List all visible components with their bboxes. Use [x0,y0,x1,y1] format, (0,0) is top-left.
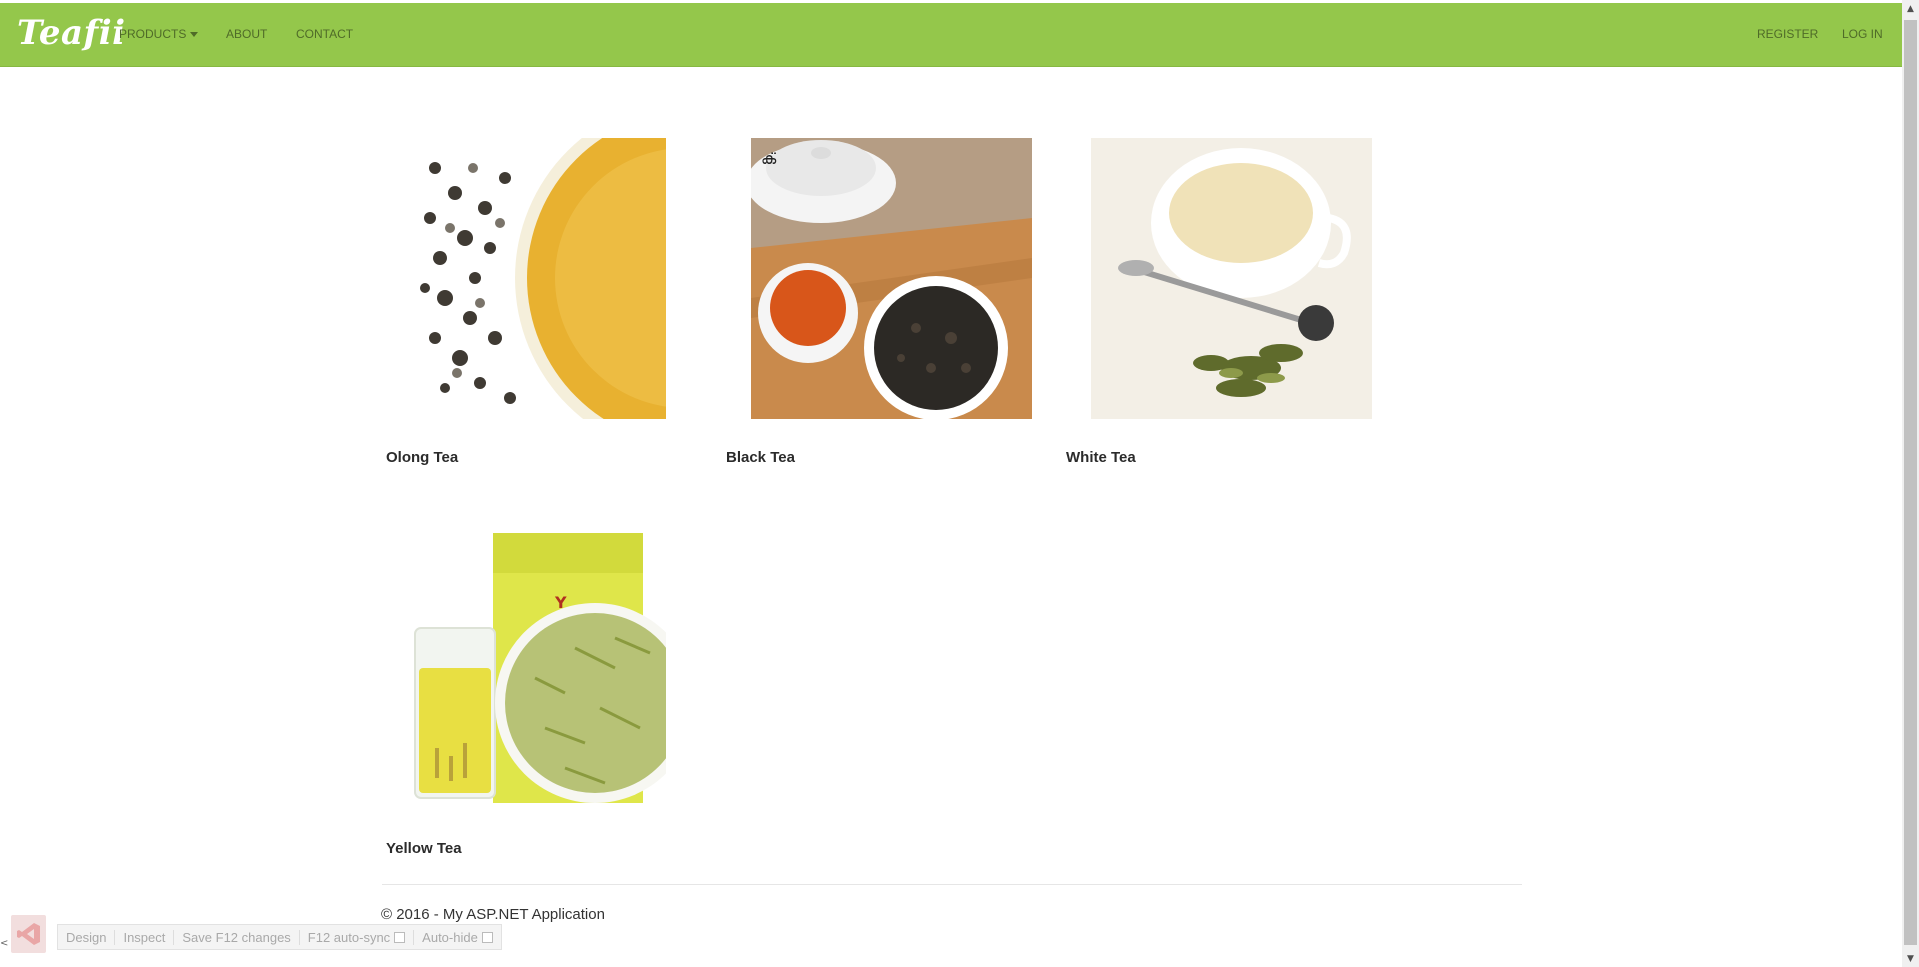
collapse-arrow-icon[interactable]: < [0,938,8,949]
auto-hide-label: Auto-hide [422,929,478,945]
brand-logo[interactable]: Teafii [17,13,126,53]
save-f12-label: Save F12 changes [182,929,291,945]
visual-studio-icon[interactable] [11,915,46,953]
white-tea-image[interactable] [1091,138,1372,419]
scroll-down-arrow-icon[interactable]: ▼ [1902,950,1919,967]
product-name[interactable]: Yellow Tea [386,840,462,857]
vertical-scrollbar[interactable]: ▲ ▼ [1902,0,1919,967]
save-f12-changes-button[interactable]: Save F12 changes [174,929,300,945]
inspect-button[interactable]: Inspect [115,929,175,945]
nav-products-label: PRODUCTS [119,27,187,41]
product-name[interactable]: Black Tea [726,449,795,466]
footer-divider [382,884,1522,885]
olong-tea-image[interactable] [385,138,666,419]
nav-about[interactable]: ABOUT [226,27,267,41]
svg-text:ക̈: ക̈ [761,149,777,168]
design-button[interactable]: Design [58,929,116,945]
auto-sync-checkbox[interactable] [394,931,406,943]
product-name[interactable]: White Tea [1066,449,1136,466]
browser-link-toolbar: Design Inspect Save F12 changes F12 auto… [57,924,502,950]
nav-login[interactable]: LOG IN [1842,27,1883,41]
design-label: Design [66,929,107,945]
nav-products-dropdown[interactable]: PRODUCTS [119,27,199,41]
nav-register[interactable]: REGISTER [1757,27,1818,41]
auto-hide-toggle[interactable]: Auto-hide [414,930,501,945]
footer-copyright: © 2016 - My ASP.NET Application [381,906,605,923]
auto-sync-label: F12 auto-sync [307,929,391,945]
scrollbar-thumb[interactable] [1904,20,1917,945]
auto-hide-checkbox[interactable] [481,931,493,943]
black-tea-image[interactable]: ക̈ [751,138,1032,419]
inspect-label: Inspect [123,929,166,945]
caret-down-icon [190,32,199,38]
top-navbar: Teafii PRODUCTS ABOUT CONTACT REGISTER L… [0,3,1902,67]
f12-auto-sync-toggle[interactable]: F12 auto-sync [300,929,415,945]
yellow-tea-image[interactable]: Y [385,528,666,809]
scroll-up-arrow-icon[interactable]: ▲ [1902,0,1919,17]
product-name[interactable]: Olong Tea [386,449,458,466]
nav-contact[interactable]: CONTACT [296,27,353,41]
